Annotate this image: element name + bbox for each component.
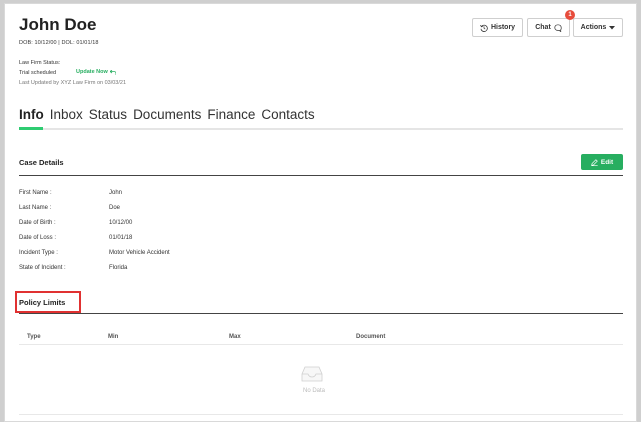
incident-type-label: Incident Type : bbox=[19, 250, 58, 256]
date-of-loss-label: Date of Loss : bbox=[19, 235, 57, 241]
case-page: John Doe DOB: 10/12/00 | DOL: 01/01/18 L… bbox=[4, 3, 637, 422]
column-header-min[interactable]: Min bbox=[108, 334, 118, 340]
tab-info[interactable]: Info bbox=[19, 107, 44, 122]
dob-dol-text: DOB: 10/12/00 | DOL: 01/01/18 bbox=[19, 40, 99, 46]
policy-limits-divider bbox=[19, 313, 623, 314]
policy-limits-title: Policy Limits bbox=[19, 298, 66, 307]
last-updated-text: Last Updated by XYZ Law Firm on 03/03/21 bbox=[19, 80, 127, 86]
column-header-type[interactable]: Type bbox=[27, 334, 41, 340]
date-of-birth-value: 10/12/00 bbox=[109, 220, 133, 226]
tab-status[interactable]: Status bbox=[89, 107, 127, 122]
tab-inbox[interactable]: Inbox bbox=[50, 107, 83, 122]
column-header-max[interactable]: Max bbox=[229, 334, 241, 340]
tab-contacts[interactable]: Contacts bbox=[261, 107, 314, 122]
date-of-loss-value: 01/01/18 bbox=[109, 235, 133, 241]
state-of-incident-label: State of Incident : bbox=[19, 265, 66, 271]
tabs-divider bbox=[19, 128, 623, 130]
edit-case-button[interactable]: Edit bbox=[581, 154, 623, 170]
last-name-label: Last Name : bbox=[19, 205, 52, 211]
update-now-link[interactable]: Update Now bbox=[76, 69, 116, 75]
table-header-divider bbox=[19, 344, 623, 345]
history-icon bbox=[480, 24, 488, 32]
date-of-birth-label: Date of Birth : bbox=[19, 220, 56, 226]
history-label: History bbox=[490, 24, 516, 31]
column-header-document[interactable]: Document bbox=[356, 334, 385, 340]
no-data-text: No Data bbox=[303, 388, 326, 394]
state-of-incident-value: Florida bbox=[109, 265, 128, 271]
chat-label: Chat bbox=[535, 24, 551, 31]
actions-dropdown-button[interactable]: Actions bbox=[573, 18, 623, 37]
caret-down-icon bbox=[609, 25, 616, 29]
chat-bubble-icon bbox=[554, 23, 562, 32]
last-name-value: Doe bbox=[109, 205, 121, 211]
first-name-label: First Name : bbox=[19, 190, 52, 196]
update-now-label: Update Now bbox=[76, 69, 108, 75]
tab-finance[interactable]: Finance bbox=[207, 107, 255, 122]
first-name-value: John bbox=[109, 190, 123, 196]
actions-label: Actions bbox=[580, 24, 607, 31]
table-bottom-divider bbox=[19, 414, 623, 415]
case-details-title: Case Details bbox=[19, 158, 64, 167]
pencil-icon bbox=[591, 158, 598, 166]
empty-inbox-icon bbox=[301, 366, 323, 382]
tab-documents[interactable]: Documents bbox=[133, 107, 201, 122]
undo-arrow-icon bbox=[109, 69, 116, 75]
history-button[interactable]: History bbox=[472, 18, 523, 37]
trial-status-text: Trial scheduled bbox=[19, 70, 57, 76]
edit-label: Edit bbox=[600, 158, 614, 166]
incident-type-value: Motor Vehicle Accident bbox=[109, 250, 170, 256]
chat-button[interactable]: Chat bbox=[527, 18, 570, 37]
active-tab-indicator bbox=[19, 127, 43, 130]
page-title: John Doe bbox=[19, 15, 97, 34]
law-firm-status-label: Law Firm Status: bbox=[19, 60, 61, 66]
case-details-divider bbox=[19, 175, 623, 176]
tab-bar: Info Inbox Status Documents Finance Cont… bbox=[19, 107, 315, 122]
